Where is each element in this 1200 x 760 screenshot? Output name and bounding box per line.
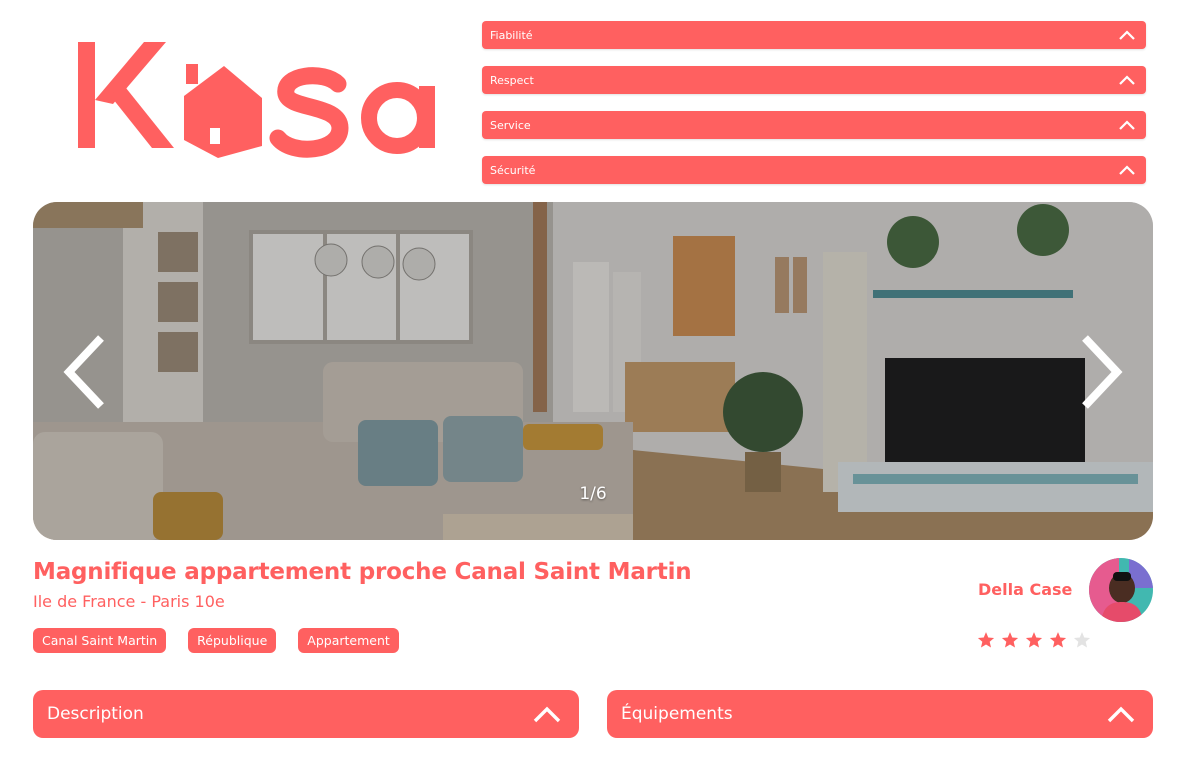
listing-title: Magnifique appartement proche Canal Sain… — [33, 559, 692, 585]
chevron-up-icon — [1119, 165, 1135, 175]
chevron-right-icon — [1082, 335, 1123, 409]
collapse-service[interactable]: Service — [482, 111, 1146, 139]
collapse-equipements[interactable]: Équipements — [607, 690, 1153, 738]
listing-location: Ile de France - Paris 10e — [33, 592, 225, 611]
chevron-up-icon — [1119, 75, 1135, 85]
star-filled-icon — [1025, 632, 1043, 648]
collapse-description[interactable]: Description — [33, 690, 579, 738]
tag-canal-saint-martin: Canal Saint Martin — [33, 628, 167, 653]
gallery-next-button[interactable] — [1075, 332, 1127, 412]
collapse-fiabilite[interactable]: Fiabilité — [482, 21, 1146, 49]
chevron-up-icon — [1119, 120, 1135, 130]
collapse-respect[interactable]: Respect — [482, 66, 1146, 94]
tag-appartement: Appartement — [298, 628, 399, 653]
chevron-up-icon — [1119, 30, 1135, 40]
star-filled-icon — [1001, 632, 1019, 648]
star-filled-icon — [1049, 632, 1067, 648]
tag-republique: République — [188, 628, 277, 653]
values-collapse-list: Fiabilité Respect Service Sécurité — [482, 21, 1146, 201]
tag-list: Canal Saint Martin République Appartemen… — [33, 628, 399, 653]
photo-gallery: 1/6 — [33, 202, 1153, 540]
collapse-label: Équipements — [621, 704, 733, 724]
host-photo — [1089, 558, 1153, 622]
chevron-up-icon — [533, 706, 561, 723]
host-avatar — [1089, 558, 1153, 622]
collapse-securite[interactable]: Sécurité — [482, 156, 1146, 184]
collapse-label: Respect — [490, 73, 534, 87]
gallery-prev-button[interactable] — [59, 332, 111, 412]
collapse-label: Description — [47, 704, 144, 724]
logo-graphic — [78, 42, 435, 158]
collapse-label: Sécurité — [490, 163, 536, 177]
star-empty-icon — [1073, 632, 1091, 648]
gallery-counter: 1/6 — [579, 484, 607, 504]
collapse-label: Service — [490, 118, 531, 132]
host-name: Della Case — [978, 580, 1073, 599]
host-rating — [977, 631, 1091, 649]
house-icon — [184, 64, 262, 158]
star-filled-icon — [977, 632, 995, 648]
chevron-up-icon — [1107, 706, 1135, 723]
chevron-left-icon — [63, 335, 104, 409]
collapse-label: Fiabilité — [490, 28, 533, 42]
kasa-logo[interactable] — [76, 38, 446, 160]
